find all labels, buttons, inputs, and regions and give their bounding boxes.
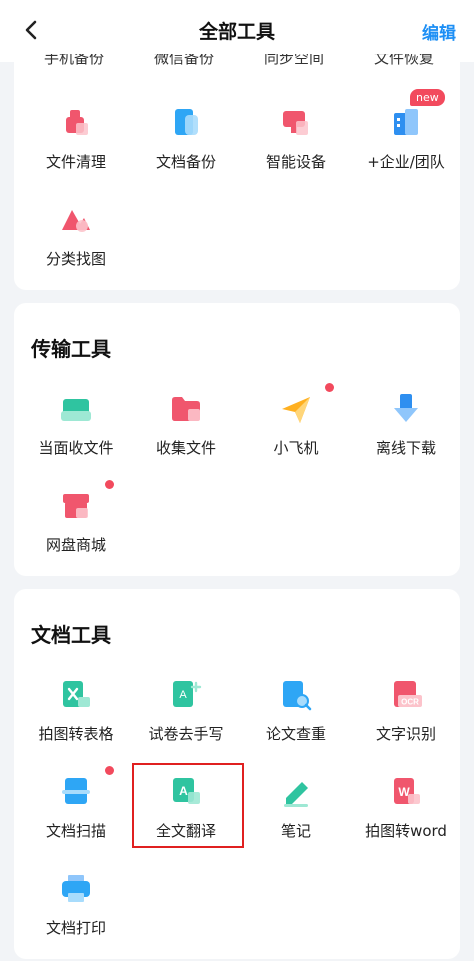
tool-label: +企业/团队 bbox=[367, 153, 445, 171]
translate-letter: A bbox=[179, 784, 188, 798]
translate-icon: A bbox=[168, 774, 204, 810]
monitor-icon bbox=[278, 105, 314, 141]
tool-image-classify[interactable]: 分类找图 bbox=[21, 202, 131, 292]
printer-icon bbox=[58, 871, 94, 907]
tool-ocr[interactable]: OCR 文字识别 bbox=[351, 677, 461, 767]
tool-label: 网盘商城 bbox=[45, 536, 106, 554]
tool-remove-handwriting[interactable]: A 试卷去手写 bbox=[131, 677, 241, 767]
tool-label: 离线下载 bbox=[375, 439, 436, 457]
partial-label[interactable]: 微信备份 bbox=[129, 54, 239, 68]
folder-icon bbox=[168, 391, 204, 427]
tool-photo-to-sheet[interactable]: 拍图转表格 bbox=[21, 677, 131, 767]
ocr-icon: OCR bbox=[388, 677, 424, 713]
section-title-transfer: 传输工具 bbox=[31, 337, 111, 361]
image-search-icon bbox=[58, 202, 94, 238]
photo-to-word-icon: W bbox=[388, 774, 424, 810]
tools-card-transfer: 传输工具 当面收文件 收集文件 小飞机 离线下载 网盘商城 bbox=[14, 303, 460, 576]
tool-label: 文字识别 bbox=[375, 725, 436, 743]
document-backup-icon bbox=[168, 105, 204, 141]
remove-handwriting-icon: A bbox=[168, 677, 204, 713]
photo-to-sheet-icon bbox=[58, 677, 94, 713]
top-bar: 全部工具 编辑 bbox=[0, 0, 474, 62]
tool-photo-to-word[interactable]: W 拍图转word bbox=[351, 774, 461, 864]
svg-text:A: A bbox=[179, 689, 187, 701]
notification-dot bbox=[105, 480, 114, 489]
tool-collect-files[interactable]: 收集文件 bbox=[131, 391, 241, 481]
scan-icon bbox=[58, 774, 94, 810]
tool-paper-plane[interactable]: 小飞机 bbox=[241, 383, 351, 481]
note-pen-icon bbox=[278, 774, 314, 810]
tools-card-document: 文档工具 拍图转表格 A 试卷去手写 论文查重 OCR 文字识别 文档扫描 A bbox=[14, 589, 460, 959]
notification-dot bbox=[325, 383, 334, 392]
tool-offline-download[interactable]: 离线下载 bbox=[351, 391, 461, 481]
tool-enterprise[interactable]: new +企业/团队 bbox=[351, 89, 461, 195]
paper-check-icon bbox=[278, 677, 314, 713]
tool-paper-check[interactable]: 论文查重 bbox=[241, 677, 351, 767]
inbox-icon bbox=[58, 391, 94, 427]
notification-dot bbox=[105, 766, 114, 775]
tool-label: 分类找图 bbox=[45, 250, 106, 268]
enterprise-icon bbox=[388, 105, 424, 141]
tool-file-clean[interactable]: 文件清理 bbox=[21, 105, 131, 195]
tool-doc-backup[interactable]: 文档备份 bbox=[131, 105, 241, 195]
download-icon bbox=[388, 391, 424, 427]
tool-label: 文档打印 bbox=[45, 919, 106, 937]
partial-label[interactable]: 文件恢复 bbox=[349, 54, 459, 68]
partial-label[interactable]: 同步空间 bbox=[239, 54, 349, 68]
tools-card-storage: 文件清理 文档备份 智能设备 new +企业/团队 分类找图 bbox=[14, 40, 460, 290]
tool-store[interactable]: 网盘商城 bbox=[21, 480, 131, 578]
trash-icon bbox=[58, 105, 94, 141]
edit-button[interactable]: 编辑 bbox=[422, 19, 456, 44]
partial-row: 手机备份 微信备份 同步空间 文件恢复 bbox=[14, 54, 460, 72]
new-badge: new bbox=[410, 89, 445, 106]
tool-receive-in-person[interactable]: 当面收文件 bbox=[21, 391, 131, 481]
tool-notes[interactable]: 笔记 bbox=[241, 774, 351, 864]
tool-doc-scan[interactable]: 文档扫描 bbox=[21, 766, 131, 864]
tool-print[interactable]: 文档打印 bbox=[21, 871, 131, 961]
section-title-document: 文档工具 bbox=[31, 623, 111, 647]
partial-label[interactable]: 手机备份 bbox=[19, 54, 129, 68]
paper-plane-icon bbox=[278, 391, 314, 427]
page-title: 全部工具 bbox=[198, 21, 275, 43]
tool-full-translate[interactable]: A 全文翻译 bbox=[131, 774, 241, 864]
tool-smart-device[interactable]: 智能设备 bbox=[241, 105, 351, 195]
ocr-text: OCR bbox=[401, 698, 419, 707]
tool-label: 拍图转word bbox=[365, 822, 447, 840]
store-icon bbox=[58, 488, 94, 524]
